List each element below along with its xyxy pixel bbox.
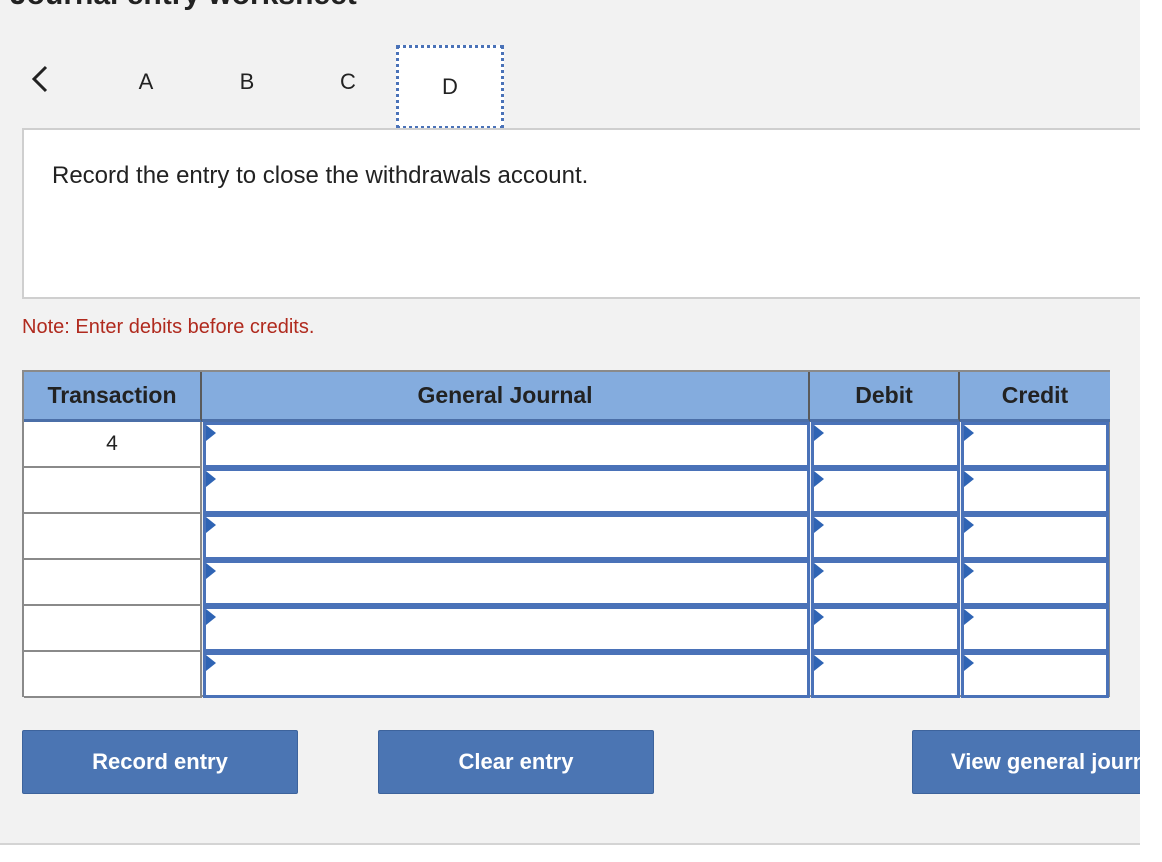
view-general-journal-button[interactable]: View general journal [912, 730, 1140, 794]
account-input[interactable] [203, 560, 810, 606]
chevron-left-icon[interactable] [28, 64, 54, 94]
debit-input[interactable] [811, 422, 960, 468]
note-text: Note: Enter debits before credits. [22, 316, 315, 338]
column-header-debit: Debit [810, 372, 960, 422]
account-input[interactable] [203, 652, 810, 698]
transaction-cell: 4 [24, 422, 202, 468]
page-title: Journal entry worksheet [10, 0, 357, 12]
credit-input[interactable] [961, 560, 1109, 606]
worksheet-panel: Journal entry worksheet A B C D Record t… [0, 0, 1140, 845]
transaction-cell [24, 514, 202, 560]
credit-input[interactable] [961, 652, 1109, 698]
journal-table: Transaction General Journal Debit Credit… [22, 370, 1110, 698]
table-row: 4 [24, 422, 1110, 468]
transaction-cell [24, 468, 202, 514]
credit-input[interactable] [961, 468, 1109, 514]
instruction-text: Record the entry to close the withdrawal… [52, 162, 589, 189]
column-header-transaction: Transaction [24, 372, 202, 422]
transaction-cell [24, 652, 202, 698]
account-input[interactable] [203, 514, 810, 560]
debit-input[interactable] [811, 514, 960, 560]
tab-a[interactable]: A [118, 50, 174, 114]
debit-input[interactable] [811, 606, 960, 652]
debit-input[interactable] [811, 468, 960, 514]
clear-entry-button[interactable]: Clear entry [378, 730, 654, 794]
tab-d[interactable]: D [396, 45, 504, 129]
account-input[interactable] [203, 606, 810, 652]
account-input[interactable] [203, 468, 810, 514]
credit-input[interactable] [961, 606, 1109, 652]
column-header-general-journal: General Journal [202, 372, 810, 422]
record-entry-button[interactable]: Record entry [22, 730, 298, 794]
account-input[interactable] [203, 422, 810, 468]
debit-input[interactable] [811, 652, 960, 698]
transaction-cell [24, 606, 202, 652]
table-row [24, 468, 1110, 514]
debit-input[interactable] [811, 560, 960, 606]
table-row [24, 560, 1110, 606]
credit-input[interactable] [961, 514, 1109, 560]
column-header-credit: Credit [960, 372, 1110, 422]
table-row [24, 606, 1110, 652]
table-row [24, 514, 1110, 560]
tab-b[interactable]: B [219, 50, 275, 114]
instruction-box: Record the entry to close the withdrawal… [22, 128, 1140, 299]
credit-input[interactable] [961, 422, 1109, 468]
tab-c[interactable]: C [320, 50, 376, 114]
table-row [24, 652, 1110, 698]
transaction-cell [24, 560, 202, 606]
